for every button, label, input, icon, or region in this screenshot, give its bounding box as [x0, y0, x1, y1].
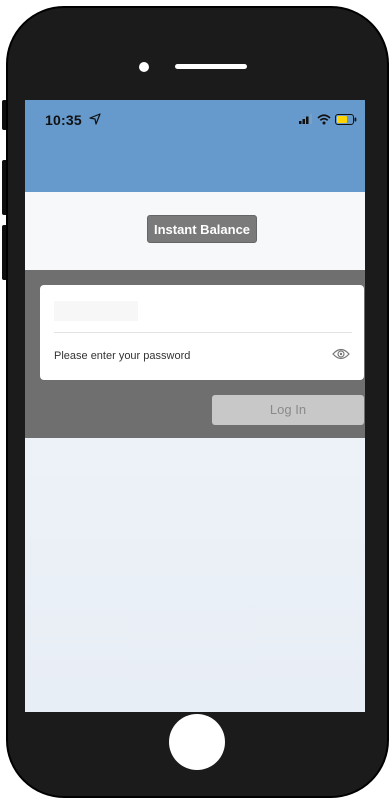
cellular-signal-icon — [299, 114, 312, 124]
title-area: Instant Balance — [25, 192, 365, 270]
status-icons — [299, 112, 357, 126]
login-button[interactable]: Log In — [212, 395, 364, 425]
front-camera — [139, 62, 149, 72]
status-header: 10:35 — [25, 100, 365, 192]
password-input[interactable] — [54, 347, 314, 365]
home-button[interactable] — [169, 714, 225, 770]
location-arrow-icon — [89, 113, 101, 125]
app-screen: 10:35 Instant Balance Log In — [25, 100, 365, 712]
login-panel: Log In — [25, 270, 365, 438]
eye-icon[interactable] — [332, 347, 350, 361]
username-input[interactable] — [54, 301, 138, 321]
earpiece-speaker — [175, 64, 247, 69]
credentials-card — [40, 285, 364, 380]
battery-icon — [335, 113, 357, 125]
status-time: 10:35 — [45, 112, 82, 128]
app-title: Instant Balance — [147, 215, 257, 243]
wifi-icon — [317, 113, 331, 124]
field-divider — [54, 332, 352, 333]
